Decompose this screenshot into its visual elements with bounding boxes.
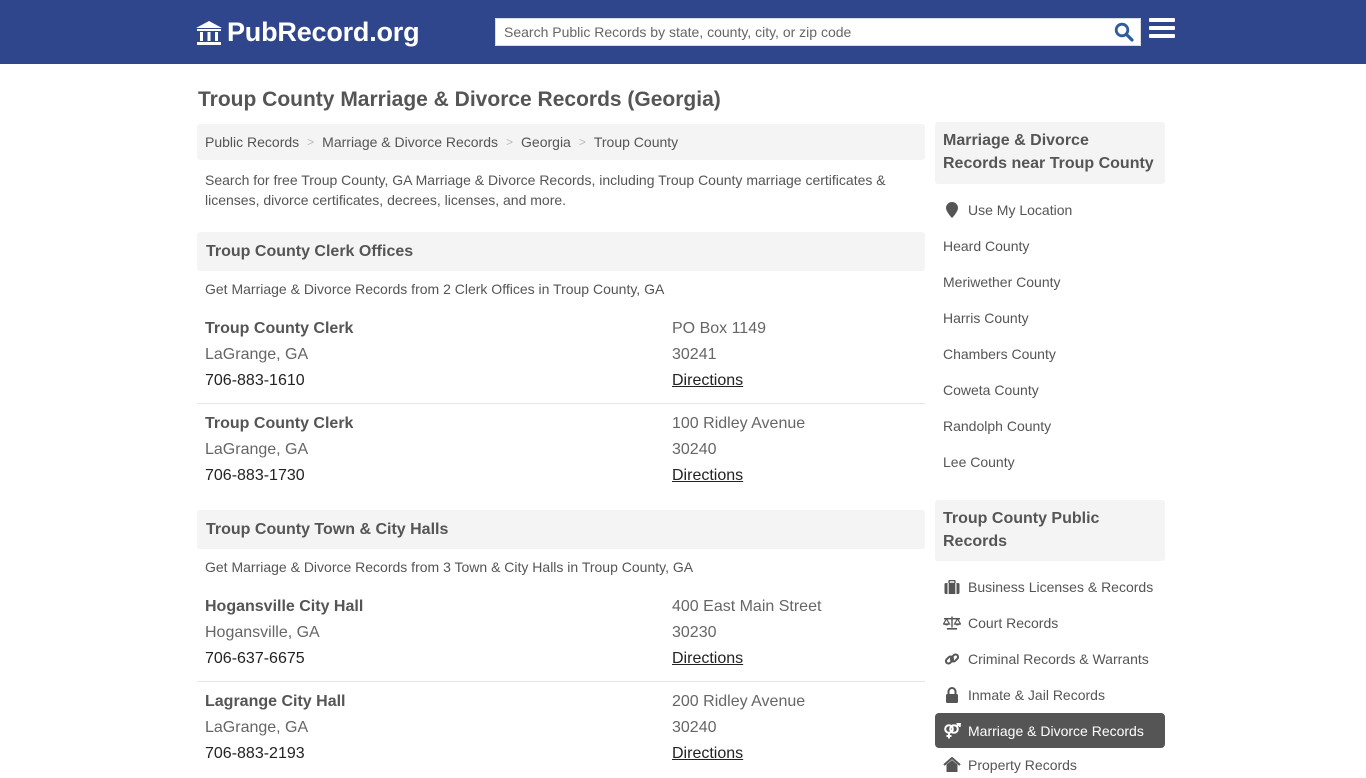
home-icon: [943, 757, 961, 773]
sidebar-item-label: Court Records: [968, 615, 1059, 631]
breadcrumb-separator: >: [506, 135, 514, 149]
section-heading-city-halls: Troup County Town & City Halls: [197, 510, 925, 549]
office-phone[interactable]: 706-883-2193: [205, 741, 345, 767]
lock-icon: [943, 687, 961, 703]
logo-text: PubRecord.org: [227, 17, 420, 47]
office-name: Troup County Clerk: [205, 320, 354, 337]
office-listing: Lagrange City Hall LaGrange, GA 706-883-…: [197, 689, 925, 777]
menu-bar-icon: [1149, 26, 1175, 30]
sidebar-item-court-records[interactable]: Court Records: [943, 610, 1058, 636]
breadcrumb: Public Records > Marriage & Divorce Reco…: [197, 124, 925, 160]
office-address: 400 East Main Street: [672, 598, 822, 615]
nearby-county-link[interactable]: Lee County: [943, 449, 1015, 475]
office-phone[interactable]: 706-883-1610: [205, 368, 353, 394]
office-zip: 30230: [672, 624, 717, 641]
sidebar-item-property-records[interactable]: Property Records: [943, 752, 1077, 778]
search-button[interactable]: [1112, 21, 1136, 43]
link-icon: [943, 651, 961, 667]
office-city: LaGrange, GA: [205, 346, 309, 363]
sidebar-item-label: Business Licenses & Records: [968, 579, 1154, 595]
office-city: LaGrange, GA: [205, 441, 309, 458]
office-listing: Hogansville City Hall Hogansville, GA 70…: [197, 594, 925, 682]
sidebar-item-business-licenses[interactable]: Business Licenses & Records: [943, 574, 1153, 600]
breadcrumb-georgia[interactable]: Georgia: [521, 134, 571, 150]
search-box: [495, 18, 1141, 46]
briefcase-icon: [943, 579, 961, 595]
nearby-county-link[interactable]: Chambers County: [943, 341, 1056, 367]
venus-mars-icon: [943, 722, 961, 739]
sidebar-item-label: Inmate & Jail Records: [968, 687, 1105, 703]
office-zip: 30240: [672, 719, 717, 736]
sidebar-item-criminal-records[interactable]: Criminal Records & Warrants: [943, 646, 1149, 672]
breadcrumb-troup-county[interactable]: Troup County: [594, 134, 678, 150]
balance-scale-icon: [943, 615, 961, 631]
sidebar-public-records-heading: Troup County Public Records: [935, 500, 1165, 561]
breadcrumb-public-records[interactable]: Public Records: [205, 134, 299, 150]
nearby-county-link[interactable]: Meriwether County: [943, 269, 1061, 295]
office-zip: 30240: [672, 441, 717, 458]
sidebar-item-marriage-divorce-records[interactable]: Marriage & Divorce Records: [935, 713, 1165, 748]
office-name: Lagrange City Hall: [205, 693, 346, 710]
office-name: Hogansville City Hall: [205, 598, 364, 615]
nearby-county-link[interactable]: Heard County: [943, 233, 1029, 259]
search-icon: [1114, 22, 1134, 42]
hamburger-menu-button[interactable]: [1149, 18, 1175, 42]
map-marker-icon: [943, 202, 961, 218]
sidebar-item-inmate-records[interactable]: Inmate & Jail Records: [943, 682, 1105, 708]
directions-link[interactable]: Directions: [672, 745, 743, 762]
menu-bar-icon: [1149, 34, 1175, 38]
courthouse-icon: [195, 20, 223, 46]
breadcrumb-separator: >: [307, 135, 315, 149]
page-title: Troup County Marriage & Divorce Records …: [198, 88, 721, 111]
breadcrumb-separator: >: [578, 135, 586, 149]
office-city: Hogansville, GA: [205, 624, 320, 641]
menu-bar-icon: [1149, 18, 1175, 22]
office-zip: 30241: [672, 346, 717, 363]
nearby-county-link[interactable]: Coweta County: [943, 377, 1039, 403]
office-name: Troup County Clerk: [205, 415, 354, 432]
section-subtitle: Get Marriage & Divorce Records from 2 Cl…: [205, 281, 665, 297]
office-listing: Troup County Clerk LaGrange, GA 706-883-…: [197, 411, 925, 499]
directions-link[interactable]: Directions: [672, 372, 743, 389]
site-logo[interactable]: PubRecord.org: [195, 17, 420, 48]
nearby-county-link[interactable]: Harris County: [943, 305, 1029, 331]
office-listing: Troup County Clerk LaGrange, GA 706-883-…: [197, 316, 925, 404]
office-phone[interactable]: 706-883-1730: [205, 463, 353, 489]
office-address: 200 Ridley Avenue: [672, 693, 806, 710]
sidebar-item-label: Criminal Records & Warrants: [968, 651, 1149, 667]
office-address: PO Box 1149: [672, 320, 766, 337]
use-my-location-label: Use My Location: [968, 202, 1073, 218]
office-phone[interactable]: 706-637-6675: [205, 646, 363, 672]
intro-text: Search for free Troup County, GA Marriag…: [205, 172, 886, 208]
sidebar-nearby-heading: Marriage & Divorce Records near Troup Co…: [935, 122, 1165, 184]
directions-link[interactable]: Directions: [672, 650, 743, 667]
top-navigation-bar: PubRecord.org: [0, 0, 1366, 64]
office-address: 100 Ridley Avenue: [672, 415, 806, 432]
sidebar-item-label: Property Records: [968, 757, 1077, 773]
directions-link[interactable]: Directions: [672, 467, 743, 484]
section-heading-clerk-offices: Troup County Clerk Offices: [197, 232, 925, 271]
sidebar-item-label: Marriage & Divorce Records: [968, 722, 1144, 739]
nearby-county-link[interactable]: Randolph County: [943, 413, 1051, 439]
office-city: LaGrange, GA: [205, 719, 309, 736]
section-subtitle: Get Marriage & Divorce Records from 3 To…: [205, 559, 694, 575]
use-my-location-link[interactable]: Use My Location: [943, 197, 1072, 223]
breadcrumb-marriage-divorce-records[interactable]: Marriage & Divorce Records: [322, 134, 498, 150]
search-input[interactable]: [496, 19, 1106, 45]
